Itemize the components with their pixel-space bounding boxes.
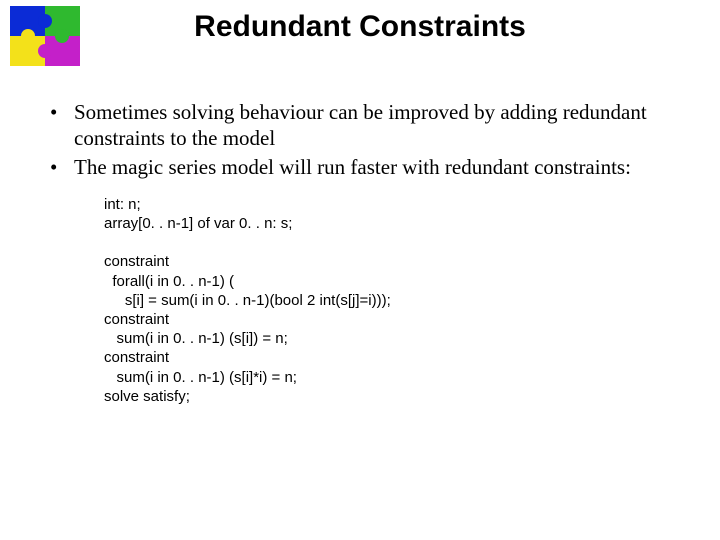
- code-line: constraint: [104, 311, 169, 328]
- slide-title: Redundant Constraints: [0, 10, 720, 44]
- code-line: sum(i in 0. . n-1) (s[i]) = n;: [104, 330, 288, 347]
- code-line: array[0. . n-1] of var 0. . n: s;: [104, 215, 292, 232]
- code-line: constraint: [104, 253, 169, 270]
- slide-body: Sometimes solving behaviour can be impro…: [46, 100, 686, 406]
- slide: Redundant Constraints Sometimes solving …: [0, 0, 720, 540]
- code-block: int: n; array[0. . n-1] of var 0. . n: s…: [104, 195, 686, 406]
- code-line: int: n;: [104, 196, 141, 213]
- code-line: sum(i in 0. . n-1) (s[i]*i) = n;: [104, 369, 297, 386]
- bullet-item: Sometimes solving behaviour can be impro…: [46, 100, 686, 151]
- code-line: forall(i in 0. . n-1) (: [104, 273, 234, 290]
- bullet-item: The magic series model will run faster w…: [46, 155, 686, 181]
- code-line: solve satisfy;: [104, 388, 190, 405]
- code-line: s[i] = sum(i in 0. . n-1)(bool 2 int(s[j…: [104, 292, 391, 309]
- bullet-list: Sometimes solving behaviour can be impro…: [46, 100, 686, 181]
- code-line: constraint: [104, 349, 169, 366]
